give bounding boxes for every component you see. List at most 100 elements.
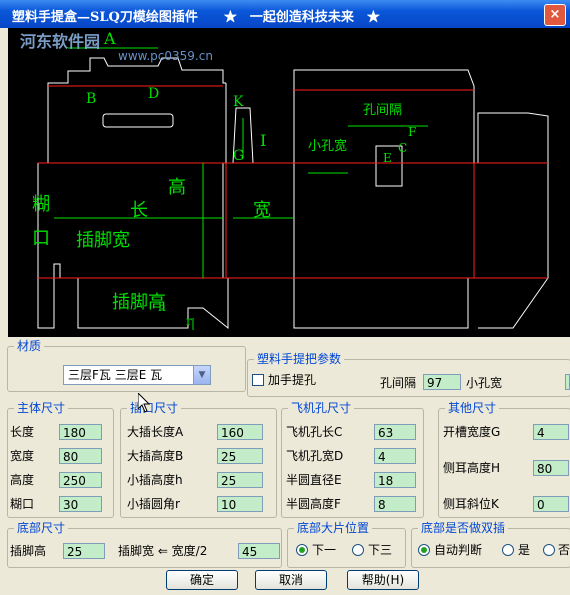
outline-lines bbox=[37, 57, 549, 330]
length-input[interactable]: 180 bbox=[59, 424, 102, 440]
add-handle-checkbox[interactable] bbox=[252, 374, 264, 386]
small-insert-radius-input[interactable]: 10 bbox=[217, 496, 263, 512]
material-select[interactable]: 三层F瓦 三层E 瓦 ▼ bbox=[63, 365, 211, 385]
plane-hole-width-input[interactable]: 4 bbox=[374, 448, 416, 464]
label-B: B bbox=[86, 91, 96, 107]
hole-gap-input[interactable]: 97 bbox=[423, 374, 461, 390]
label-hu: 糊 bbox=[32, 194, 50, 215]
insert-size-group: 插口尺寸 大插长度A 160 大插高度B 25 小插高度h 25 小插圆角r 1… bbox=[120, 401, 277, 518]
label-E: E bbox=[383, 151, 392, 165]
double-insert-yes-label: 是 bbox=[518, 543, 531, 557]
big-insert-height-label: 大插高度B bbox=[127, 449, 184, 463]
side-ear-slant-input[interactable]: 0 bbox=[533, 496, 569, 512]
width-label: 宽度 bbox=[10, 449, 35, 463]
side-ear-slant-label: 侧耳斜位K bbox=[443, 497, 499, 511]
plane-hole-length-input[interactable]: 63 bbox=[374, 424, 416, 440]
add-handle-label: 加手提孔 bbox=[268, 373, 317, 387]
label-F: F bbox=[408, 125, 416, 139]
big-piece-option-3-radio[interactable] bbox=[352, 544, 364, 556]
semicircle-diameter-input[interactable]: 18 bbox=[374, 472, 416, 488]
semicircle-height-label: 半圆高度F bbox=[286, 497, 341, 511]
watermark-logo: 河东软件园 bbox=[20, 32, 101, 51]
cancel-button[interactable]: 取消 bbox=[255, 570, 327, 590]
side-ear-height-input[interactable]: 80 bbox=[533, 460, 569, 476]
leg-height-label: 插脚高 bbox=[10, 544, 47, 558]
label-D: D bbox=[148, 86, 159, 102]
dimension-labels: A B D K G I 孔间隔 小孔宽 C F E 高 长 宽 糊 口 插脚宽 … bbox=[32, 29, 416, 328]
big-piece-legend: 底部大片位置 bbox=[294, 521, 373, 535]
label-hole-gap: 孔间隔 bbox=[363, 103, 402, 118]
double-insert-yes-radio[interactable] bbox=[502, 544, 514, 556]
plane-hole-length-label: 飞机孔长C bbox=[286, 425, 343, 439]
help-button[interactable]: 帮助(H) bbox=[347, 570, 419, 590]
mouse-pointer-icon bbox=[138, 393, 150, 413]
watermark-url: www.pc0359.cn bbox=[118, 49, 213, 63]
drawing-canvas[interactable]: A B D K G I 孔间隔 小孔宽 C F E 高 长 宽 糊 口 插脚宽 … bbox=[8, 28, 570, 337]
plane-hole-legend: 飞机孔尺寸 bbox=[288, 401, 355, 415]
bottom-size-group: 底部尺寸 插脚高 25 插脚宽 ⇐ 宽度/2 45 bbox=[7, 521, 282, 568]
handle-legend: 塑料手提把参数 bbox=[254, 352, 345, 366]
label-r: r bbox=[186, 314, 192, 328]
double-insert-group: 底部是否做双插 自动判断 是 否 bbox=[411, 521, 570, 568]
material-value: 三层F瓦 三层E 瓦 bbox=[68, 368, 163, 382]
insert-size-legend: 插口尺寸 bbox=[127, 401, 182, 415]
double-insert-no-radio[interactable] bbox=[543, 544, 555, 556]
label-width: 宽 bbox=[253, 200, 271, 221]
label-K: K bbox=[233, 94, 244, 110]
side-ear-height-label: 侧耳高度H bbox=[443, 461, 501, 475]
material-group: 材质 三层F瓦 三层E 瓦 ▼ bbox=[7, 339, 246, 392]
main-size-group: 主体尺寸 长度 180 宽度 80 高度 250 糊口 30 bbox=[7, 401, 114, 518]
big-insert-length-label: 大插长度A bbox=[127, 425, 184, 439]
plane-hole-group: 飞机孔尺寸 飞机孔长C 63 飞机孔宽D 4 半圆直径E 18 半圆高度F 8 bbox=[281, 401, 424, 518]
semicircle-height-input[interactable]: 8 bbox=[374, 496, 416, 512]
small-hole-input[interactable]: 8 bbox=[565, 374, 570, 390]
leg-width-input[interactable]: 45 bbox=[238, 543, 280, 559]
title-bar: 塑料手提盒—SLQ刀模绘图插件 ★ 一起创造科技未来 ★ × bbox=[0, 0, 570, 28]
main-size-legend: 主体尺寸 bbox=[14, 401, 69, 415]
label-length: 长 bbox=[130, 200, 148, 221]
label-A: A bbox=[103, 29, 116, 48]
glue-label: 糊口 bbox=[10, 497, 35, 511]
close-button[interactable]: × bbox=[544, 4, 566, 26]
other-size-legend: 其他尺寸 bbox=[445, 401, 500, 415]
hole-gap-label: 孔间隔 bbox=[380, 376, 417, 390]
length-label: 长度 bbox=[10, 425, 35, 439]
label-height: 高 bbox=[168, 177, 186, 198]
die-cut-drawing: A B D K G I 孔间隔 小孔宽 C F E 高 长 宽 糊 口 插脚宽 … bbox=[32, 29, 549, 330]
leg-width-label: 插脚宽 ⇐ 宽度/2 bbox=[118, 544, 208, 558]
label-C: C bbox=[398, 141, 407, 155]
leg-height-input[interactable]: 25 bbox=[63, 543, 105, 559]
window-title: 塑料手提盒—SLQ刀模绘图插件 ★ 一起创造科技未来 ★ bbox=[12, 10, 380, 25]
label-leg-width: 插脚宽 bbox=[76, 230, 130, 251]
small-hole-label: 小孔宽 bbox=[466, 376, 503, 390]
big-insert-length-input[interactable]: 160 bbox=[217, 424, 263, 440]
big-piece-option-1-label: 下一 bbox=[312, 543, 337, 557]
label-G: G bbox=[233, 148, 244, 164]
other-size-group: 其他尺寸 开槽宽度G 4 侧耳高度H 80 侧耳斜位K 0 bbox=[438, 401, 570, 518]
slot-width-label: 开槽宽度G bbox=[443, 425, 501, 439]
label-h: h bbox=[158, 300, 166, 314]
double-insert-auto-radio[interactable] bbox=[418, 544, 430, 556]
small-insert-height-input[interactable]: 25 bbox=[217, 472, 263, 488]
height-input[interactable]: 250 bbox=[59, 472, 102, 488]
double-insert-legend: 底部是否做双插 bbox=[418, 521, 509, 535]
big-piece-option-3-label: 下三 bbox=[368, 543, 393, 557]
semicircle-diameter-label: 半圆直径E bbox=[286, 473, 342, 487]
glue-input[interactable]: 30 bbox=[59, 496, 102, 512]
handle-group: 塑料手提把参数 加手提孔 孔间隔 97 小孔宽 8 bbox=[247, 352, 570, 397]
small-insert-height-label: 小插高度h bbox=[127, 473, 183, 487]
ok-button[interactable]: 确定 bbox=[166, 570, 238, 590]
double-insert-auto-label: 自动判断 bbox=[434, 543, 483, 557]
width-input[interactable]: 80 bbox=[59, 448, 102, 464]
double-insert-no-label: 否 bbox=[558, 543, 570, 557]
bottom-size-legend: 底部尺寸 bbox=[14, 521, 69, 535]
big-piece-option-1-radio[interactable] bbox=[296, 544, 308, 556]
slot-width-input[interactable]: 4 bbox=[533, 424, 569, 440]
label-small-hole: 小孔宽 bbox=[308, 138, 347, 154]
label-kou: 口 bbox=[32, 228, 50, 249]
small-insert-radius-label: 小插圆角r bbox=[127, 497, 180, 511]
big-insert-height-input[interactable]: 25 bbox=[217, 448, 263, 464]
chevron-down-icon[interactable]: ▼ bbox=[193, 366, 210, 384]
material-legend: 材质 bbox=[14, 339, 45, 353]
plane-hole-width-label: 飞机孔宽D bbox=[286, 449, 344, 463]
